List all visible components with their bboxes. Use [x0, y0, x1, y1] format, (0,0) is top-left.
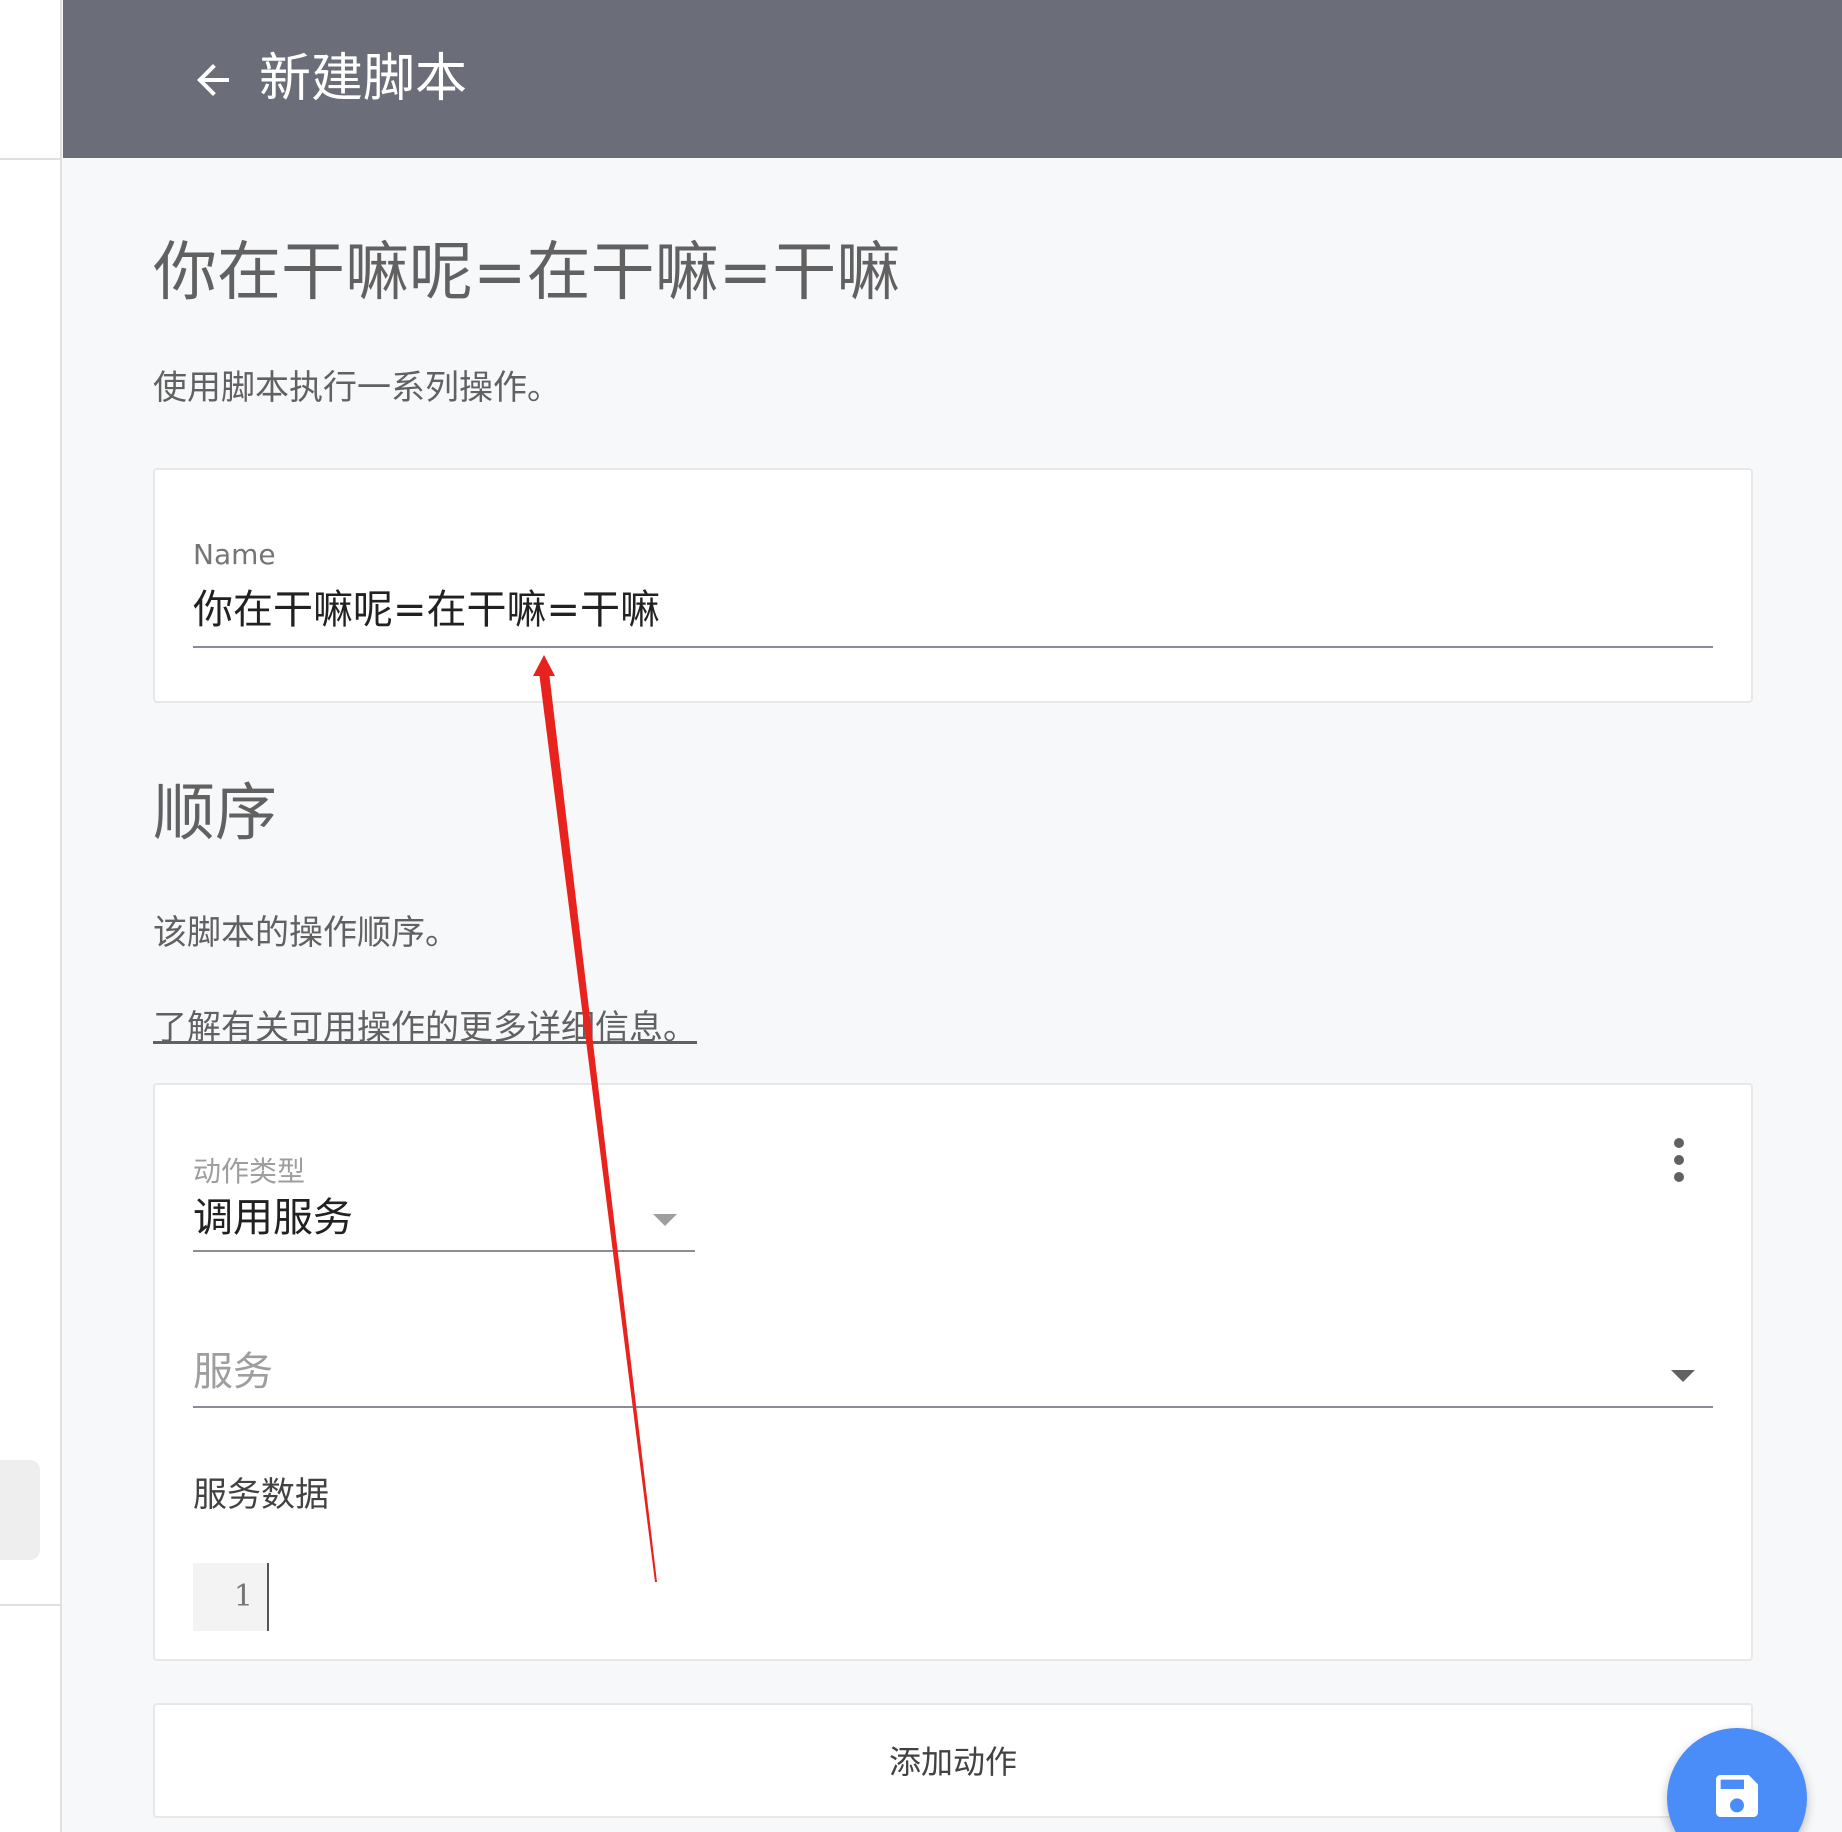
learn-more-link[interactable]: 了解有关可用操作的更多详细信息。: [153, 1003, 697, 1053]
script-title: 你在干嘛呢=在干嘛=干嘛: [153, 236, 901, 310]
sidebar-divider: [0, 1604, 62, 1606]
name-field-label: Name: [193, 538, 276, 571]
dot: [1674, 1155, 1684, 1165]
sidebar: [0, 0, 62, 1832]
arrow-left-icon: [197, 64, 229, 96]
action-type-select[interactable]: 调用服务: [193, 1190, 695, 1252]
action-type-value: 调用服务: [193, 1195, 353, 1241]
line-number: 1: [193, 1563, 267, 1631]
name-card: Name 你在干嘛呢=在干嘛=干嘛: [153, 468, 1753, 703]
save-icon: [1716, 1775, 1758, 1817]
main-content: 你在干嘛呢=在干嘛=干嘛 使用脚本执行一系列操作。 Name 你在干嘛呢=在干嘛…: [63, 158, 1842, 1832]
name-input[interactable]: 你在干嘛呢=在干嘛=干嘛: [193, 580, 1713, 648]
add-action-label: 添加动作: [888, 1743, 1017, 1781]
sequence-description: 该脚本的操作顺序。: [153, 913, 459, 953]
app-root: 新建脚本 你在干嘛呢=在干嘛=干嘛 使用脚本执行一系列操作。 Name 你在干嘛…: [0, 0, 1842, 1832]
sidebar-item-active[interactable]: [0, 1460, 40, 1560]
dot: [1674, 1138, 1684, 1148]
page-title: 新建脚本: [259, 49, 468, 109]
code-area[interactable]: [271, 1563, 1713, 1631]
service-data-label: 服务数据: [193, 1475, 329, 1515]
service-placeholder: 服务: [193, 1349, 273, 1395]
text-cursor: [267, 1563, 269, 1631]
script-description: 使用脚本执行一系列操作。: [153, 368, 561, 408]
sequence-title: 顺序: [153, 776, 278, 849]
action-type-label: 动作类型: [193, 1155, 306, 1188]
service-data-editor[interactable]: 1: [193, 1563, 1713, 1631]
more-vert-icon[interactable]: [1659, 1130, 1699, 1190]
chevron-down-icon: [653, 1214, 677, 1226]
service-select[interactable]: 服务: [193, 1340, 1713, 1408]
app-bar: 新建脚本: [63, 0, 1842, 158]
dot: [1674, 1172, 1684, 1182]
sidebar-divider: [0, 158, 62, 160]
action-card: 动作类型 调用服务 服务 服务数据 1: [153, 1083, 1753, 1661]
chevron-down-icon: [1671, 1370, 1695, 1382]
add-action-button[interactable]: 添加动作: [153, 1703, 1753, 1818]
back-button[interactable]: [168, 35, 258, 125]
